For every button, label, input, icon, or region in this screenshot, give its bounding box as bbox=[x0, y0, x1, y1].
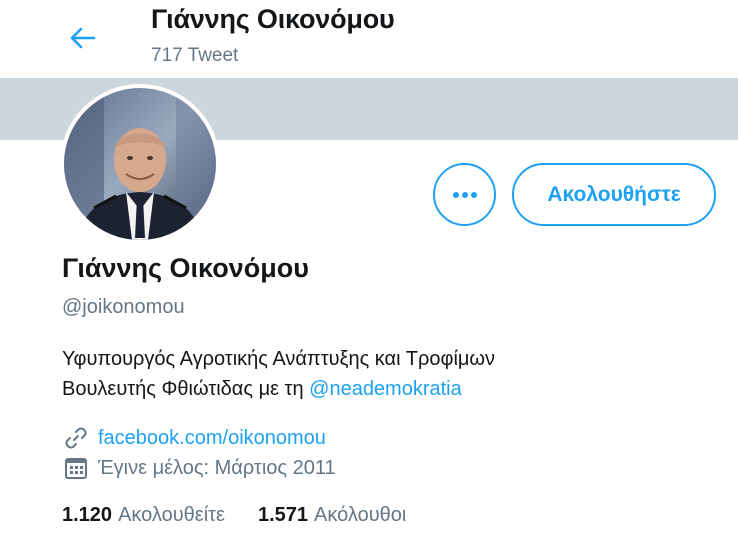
joined-date: Έγινε μέλος: Μάρτιος 2011 bbox=[98, 456, 336, 479]
follow-button[interactable]: Ακολουθήστε bbox=[512, 163, 716, 226]
following-label: Ακολουθείτε bbox=[118, 504, 225, 526]
header-name: Γιάννης Οικονόμου bbox=[151, 4, 395, 34]
avatar-photo bbox=[64, 88, 216, 240]
calendar-icon bbox=[62, 454, 90, 482]
link-icon bbox=[62, 424, 90, 452]
website-link[interactable]: facebook.com/oikonomou bbox=[98, 427, 326, 450]
profile-header: Γιάννης Οικονόμου 717 Tweet bbox=[0, 0, 738, 78]
following-count: 1.120 bbox=[62, 504, 113, 526]
more-button[interactable] bbox=[433, 163, 496, 226]
profile-name: Γιάννης Οικονόμου bbox=[62, 253, 309, 283]
followers-count: 1.571 bbox=[257, 504, 309, 526]
avatar[interactable] bbox=[60, 84, 220, 244]
followers-stat[interactable]: 1.571 Ακόλουθοι bbox=[258, 504, 406, 527]
follow-stats: 1.120 Ακολουθείτε 1.571 Ακόλουθοι bbox=[62, 504, 439, 527]
followers-label: Ακόλουθοι bbox=[314, 504, 407, 526]
bio-mention-link[interactable]: @neademokratia bbox=[309, 378, 462, 400]
back-button[interactable] bbox=[62, 18, 102, 58]
bio-line-2-text: Βουλευτής Φθιώτιδας με τη bbox=[62, 378, 310, 400]
following-stat[interactable]: 1.120 Ακολουθείτε bbox=[62, 504, 225, 527]
more-dots-icon bbox=[452, 191, 477, 198]
profile-handle: @joikonomou bbox=[62, 296, 185, 318]
joined-row: Έγινε μέλος: Μάρτιος 2011 bbox=[62, 454, 336, 482]
website-row: facebook.com/oikonomou bbox=[62, 424, 326, 452]
profile-bio: Υφυπουργός Αγροτικής Ανάπτυξης και Τροφί… bbox=[62, 344, 722, 404]
bio-line-1: Υφυπουργός Αγροτικής Ανάπτυξης και Τροφί… bbox=[62, 348, 496, 370]
arrow-left-icon bbox=[70, 27, 96, 49]
tweet-count: 717 Tweet bbox=[151, 45, 239, 66]
bio-line-2: Βουλευτής Φθιώτιδας με τη @neademokratia bbox=[62, 374, 722, 404]
